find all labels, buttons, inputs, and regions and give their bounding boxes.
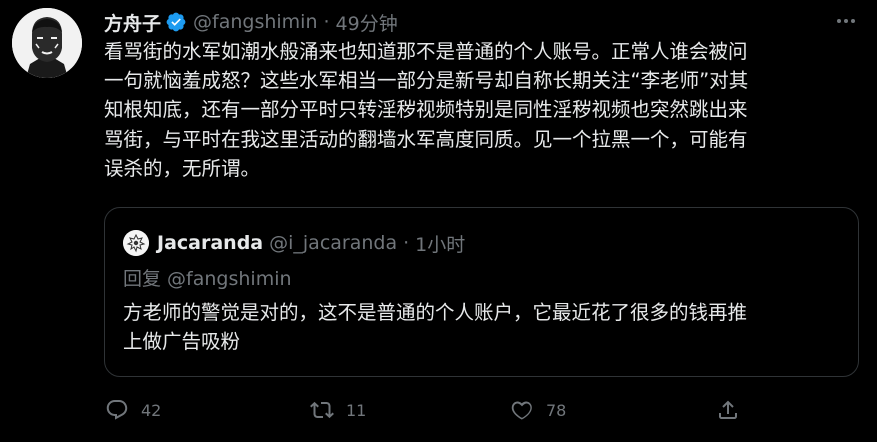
tweet-text: 看骂街的水军如潮水般涌来也知道那不是普通的个人账号。正常人谁会被问 一句就恼羞成… [104,40,749,180]
quoted-tweet-text: 方老师的警觉是对的，这不是普通的个人账户，它最近花了很多的钱再推 上做广告吸粉 [123,301,748,353]
author-handle[interactable]: @fangshimin [193,11,317,33]
tweet-header: 方舟子 @fangshimin · 49分钟 [104,8,398,36]
quoted-reply-context: 回复 @fangshimin [123,268,292,290]
quoted-author-avatar [123,230,149,256]
retweet-icon [310,398,334,422]
author-avatar[interactable] [12,8,82,78]
quoted-tweet-header: Jacaranda @i_jacaranda · 1小时 [123,230,465,256]
quoted-author-handle: @i_jacaranda [269,232,398,254]
author-name[interactable]: 方舟子 [104,9,161,36]
retweet-count: 11 [346,400,367,420]
heart-icon [510,398,534,422]
more-options-icon[interactable] [833,10,859,32]
action-bar: 42 11 78 [0,398,877,426]
share-icon [716,398,740,422]
like-count: 78 [546,400,567,420]
share-button[interactable] [716,398,752,422]
like-button[interactable]: 78 [510,398,566,422]
verified-badge-icon [165,11,187,33]
reply-icon [105,398,129,422]
reply-count: 42 [141,400,162,420]
quoted-author-name: Jacaranda [157,232,264,254]
reply-button[interactable]: 42 [105,398,161,422]
retweet-button[interactable]: 11 [310,398,366,422]
quoted-timestamp: 1小时 [415,233,466,256]
separator-dot: · [323,11,330,33]
tweet-timestamp[interactable]: 49分钟 [336,9,398,36]
quoted-tweet[interactable]: Jacaranda @i_jacaranda · 1小时 回复 @fangshi… [104,207,859,377]
quoted-separator-dot: · [403,232,410,254]
